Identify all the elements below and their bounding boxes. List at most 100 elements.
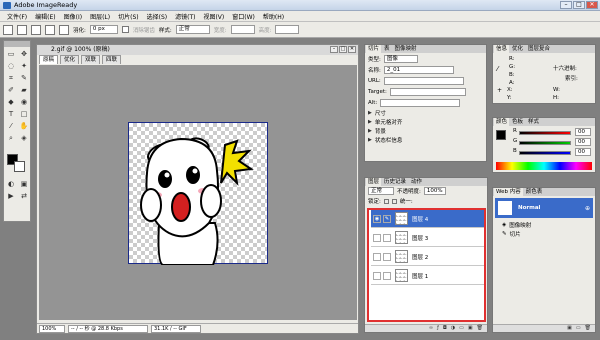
blue-slider[interactable]	[519, 151, 571, 155]
slice-target-input[interactable]	[389, 87, 466, 96]
tab-history[interactable]: 历史记录	[382, 178, 408, 186]
layer-row[interactable]: 图层 1	[371, 267, 484, 285]
maximize-button[interactable]: □	[573, 1, 585, 9]
image-map-row[interactable]: ◈ 图像映射	[499, 220, 531, 229]
mask-icon[interactable]: ◘	[443, 325, 447, 332]
visibility-toggle[interactable]	[373, 271, 381, 280]
tab-styles[interactable]: 样式	[526, 118, 541, 126]
slice-name-input[interactable]: 2_01	[383, 65, 454, 74]
blend-mode-select[interactable]: 正常	[368, 187, 394, 195]
image-canvas[interactable]	[128, 122, 268, 266]
tab-info[interactable]: 信息	[494, 45, 510, 53]
doc-close-button[interactable]: ✕	[348, 46, 356, 53]
layer-row[interactable]: ◉ ✎ 图层 4	[371, 210, 484, 228]
menu-filter[interactable]: 滤镜(T)	[171, 12, 199, 21]
color-ramp[interactable]	[496, 162, 592, 170]
type-icon[interactable]: T	[5, 109, 17, 120]
menu-slices[interactable]: 切片(S)	[114, 12, 143, 21]
section-cell-align[interactable]: 单元格对齐	[375, 118, 403, 126]
section-background[interactable]: 背景	[375, 127, 386, 135]
link-toggle[interactable]	[383, 271, 391, 280]
minimize-button[interactable]: –	[560, 1, 572, 9]
trash-icon[interactable]: 🗑	[585, 325, 591, 332]
move-icon[interactable]: ✥	[18, 49, 30, 60]
image-map-icon[interactable]: ◈	[18, 133, 30, 144]
layer-name[interactable]: 图层 1	[412, 272, 428, 280]
tab-optimized[interactable]: 优化	[60, 55, 80, 64]
green-slider[interactable]	[519, 141, 571, 145]
tab-color-table[interactable]: 颜色表	[524, 188, 545, 196]
add-selection-icon[interactable]	[31, 24, 41, 35]
green-value-input[interactable]: 00	[575, 138, 591, 146]
close-button[interactable]: ✕	[586, 1, 598, 9]
tab-web-content[interactable]: Web 内容	[494, 188, 523, 196]
doc-maximize-button[interactable]: □	[339, 46, 347, 53]
antialias-checkbox[interactable]	[121, 26, 129, 33]
expand-triangle-icon[interactable]: ▶	[368, 110, 372, 116]
crop-icon[interactable]: ⌗	[5, 73, 17, 84]
menu-window[interactable]: 窗口(W)	[228, 12, 259, 21]
subtract-selection-icon[interactable]	[45, 24, 55, 35]
menu-file[interactable]: 文件(F)	[3, 12, 31, 21]
mask-icon[interactable]: ◐	[5, 179, 17, 190]
trash-icon[interactable]: 🗑	[477, 325, 483, 332]
fill-icon[interactable]: ◆	[5, 97, 17, 108]
layer-row[interactable]: 图层 3	[371, 229, 484, 247]
new-rollover-icon[interactable]: ▣	[567, 325, 572, 332]
lasso-icon[interactable]: ◌	[5, 61, 17, 72]
width-input[interactable]	[230, 25, 255, 34]
jump-to-icon[interactable]: ⇄	[18, 191, 30, 202]
blue-value-input[interactable]: 00	[575, 148, 591, 156]
section-dimensions[interactable]: 尺寸	[375, 109, 386, 117]
adjustment-icon[interactable]: ◑	[451, 325, 455, 332]
eyedropper-icon[interactable]: ⁄	[5, 121, 17, 132]
brush-icon[interactable]: ✎	[383, 214, 391, 223]
height-input[interactable]	[275, 25, 300, 34]
zoom-icon[interactable]: ⌕	[5, 133, 17, 144]
eye-icon[interactable]: ◉	[373, 214, 381, 223]
magic-wand-icon[interactable]: ✦	[18, 61, 30, 72]
tab-color[interactable]: 颜色	[494, 118, 510, 126]
intersect-selection-icon[interactable]	[59, 24, 69, 35]
opacity-input[interactable]: 100%	[423, 187, 446, 195]
tab-layer-comps[interactable]: 图层复合	[526, 45, 552, 53]
slice-icon[interactable]: ✎	[18, 73, 30, 84]
new-layer-icon[interactable]: ▣	[468, 325, 473, 332]
shape-icon[interactable]: □	[18, 109, 30, 120]
doc-minimize-button[interactable]: –	[330, 46, 338, 53]
slices-row[interactable]: ✎ 切片	[499, 229, 521, 238]
brush-icon[interactable]: ✐	[5, 85, 17, 96]
visibility-toggle[interactable]	[373, 252, 381, 261]
document-title-bar[interactable]: 2.gif @ 100% (原稿) – □ ✕	[37, 45, 358, 55]
tab-actions[interactable]: 动作	[409, 178, 424, 186]
hand-icon[interactable]: ✋	[18, 121, 30, 132]
tab-layers[interactable]: 图层	[366, 178, 382, 186]
tab-slice[interactable]: 切片	[366, 45, 382, 53]
background-color-swatch[interactable]	[14, 161, 25, 172]
web-content-normal-row[interactable]: Normal ⊕	[495, 198, 593, 218]
layer-row[interactable]: 图层 2	[371, 248, 484, 266]
new-slice-icon[interactable]: ▭	[576, 325, 581, 332]
tab-original[interactable]: 原稿	[39, 55, 59, 64]
lock-position-checkbox[interactable]	[391, 198, 397, 204]
visibility-toggle[interactable]	[373, 233, 381, 242]
style-select[interactable]: 正常	[175, 25, 210, 34]
screen-mode-icon[interactable]: ▣	[18, 179, 30, 190]
slice-alt-input[interactable]	[380, 98, 461, 107]
menu-view[interactable]: 视图(V)	[199, 12, 228, 21]
menu-select[interactable]: 选择(S)	[143, 12, 172, 21]
link-toggle[interactable]	[383, 252, 391, 261]
red-slider[interactable]	[519, 131, 571, 135]
canvas-area[interactable]	[39, 65, 357, 320]
menu-layer[interactable]: 图层(L)	[86, 12, 114, 21]
tab-2up[interactable]: 双联	[81, 55, 101, 64]
feather-input[interactable]: 0 px	[89, 25, 118, 34]
link-icon[interactable]: ∞	[429, 325, 433, 332]
section-status-message[interactable]: 状态栏信息	[375, 136, 403, 144]
layer-name[interactable]: 图层 4	[412, 215, 428, 223]
tab-swatches[interactable]: 色板	[510, 118, 525, 126]
red-value-input[interactable]: 00	[575, 128, 591, 136]
menu-help[interactable]: 帮助(H)	[259, 12, 288, 21]
layer-style-icon[interactable]: ƒ	[437, 325, 439, 332]
slice-type-select[interactable]: 图像	[383, 54, 418, 63]
